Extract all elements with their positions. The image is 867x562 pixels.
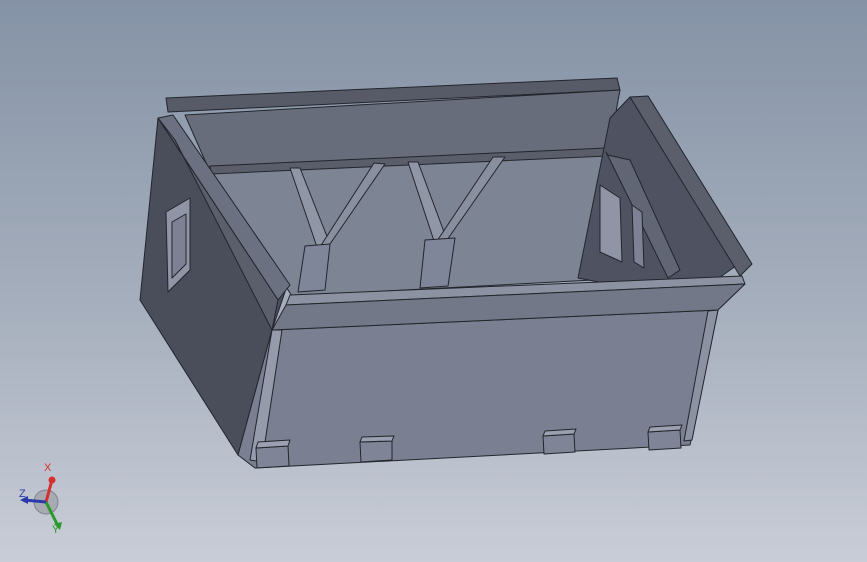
- graphics-viewport[interactable]: X Y Z: [0, 0, 867, 562]
- bottom-tab-4: [647, 424, 683, 451]
- bottom-tab-3: [542, 428, 577, 455]
- triad-y-label: Y: [52, 524, 60, 536]
- right-wall-window-inner: [631, 204, 645, 269]
- bottom-tab-1: [255, 439, 291, 469]
- bottom-tab-2: [359, 435, 395, 463]
- front-wall-outer: [237, 309, 719, 469]
- triad-x-label: X: [44, 462, 52, 474]
- box-part-model[interactable]: [0, 0, 867, 562]
- triad-x-tip: [48, 476, 56, 484]
- triad-z-label: Z: [19, 488, 26, 500]
